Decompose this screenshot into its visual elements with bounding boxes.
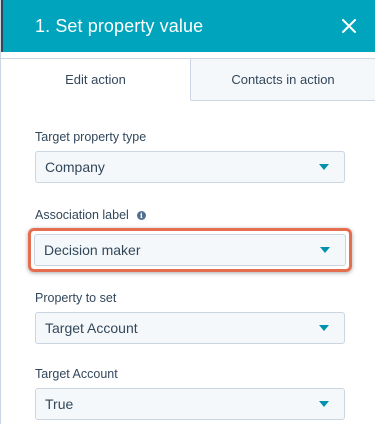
panel-header: 1. Set property value xyxy=(1,0,375,52)
chevron-down-icon xyxy=(320,247,330,253)
info-icon[interactable]: i xyxy=(136,210,146,220)
association-label-highlight: Decision maker xyxy=(28,228,352,272)
target-account-select[interactable]: True xyxy=(35,388,345,420)
target-property-type-value: Company xyxy=(45,159,105,175)
edit-action-form: Target property type Company Association… xyxy=(1,101,375,420)
action-tabs: Edit action Contacts in action xyxy=(1,58,375,101)
chevron-down-icon xyxy=(319,401,329,407)
association-label-field: Association label i Decision maker xyxy=(28,207,352,272)
tab-edit-action[interactable]: Edit action xyxy=(1,58,191,101)
association-label-label: Association label i xyxy=(35,207,345,223)
association-label-select[interactable]: Decision maker xyxy=(34,234,346,266)
target-property-type-field: Target property type Company xyxy=(35,129,345,183)
close-icon xyxy=(342,19,356,33)
property-to-set-select[interactable]: Target Account xyxy=(35,312,345,344)
chevron-down-icon xyxy=(319,325,329,331)
target-account-value: True xyxy=(45,396,74,412)
association-label-value: Decision maker xyxy=(44,242,141,258)
property-to-set-label: Property to set xyxy=(35,291,117,305)
property-to-set-value: Target Account xyxy=(45,320,138,336)
target-account-label: Target Account xyxy=(35,367,118,381)
target-property-type-select[interactable]: Company xyxy=(35,151,345,183)
header-accent xyxy=(1,0,3,52)
property-to-set-field: Property to set Target Account xyxy=(35,290,345,344)
chevron-down-icon xyxy=(319,164,329,170)
set-property-panel: 1. Set property value Edit action Contac… xyxy=(0,0,375,424)
target-account-field: Target Account True xyxy=(35,366,345,420)
association-label-text: Association label xyxy=(35,208,129,222)
panel-title: 1. Set property value xyxy=(35,15,204,36)
close-button[interactable] xyxy=(339,16,359,36)
tab-contacts-in-action[interactable]: Contacts in action xyxy=(191,58,375,100)
target-property-type-label: Target property type xyxy=(35,130,147,144)
